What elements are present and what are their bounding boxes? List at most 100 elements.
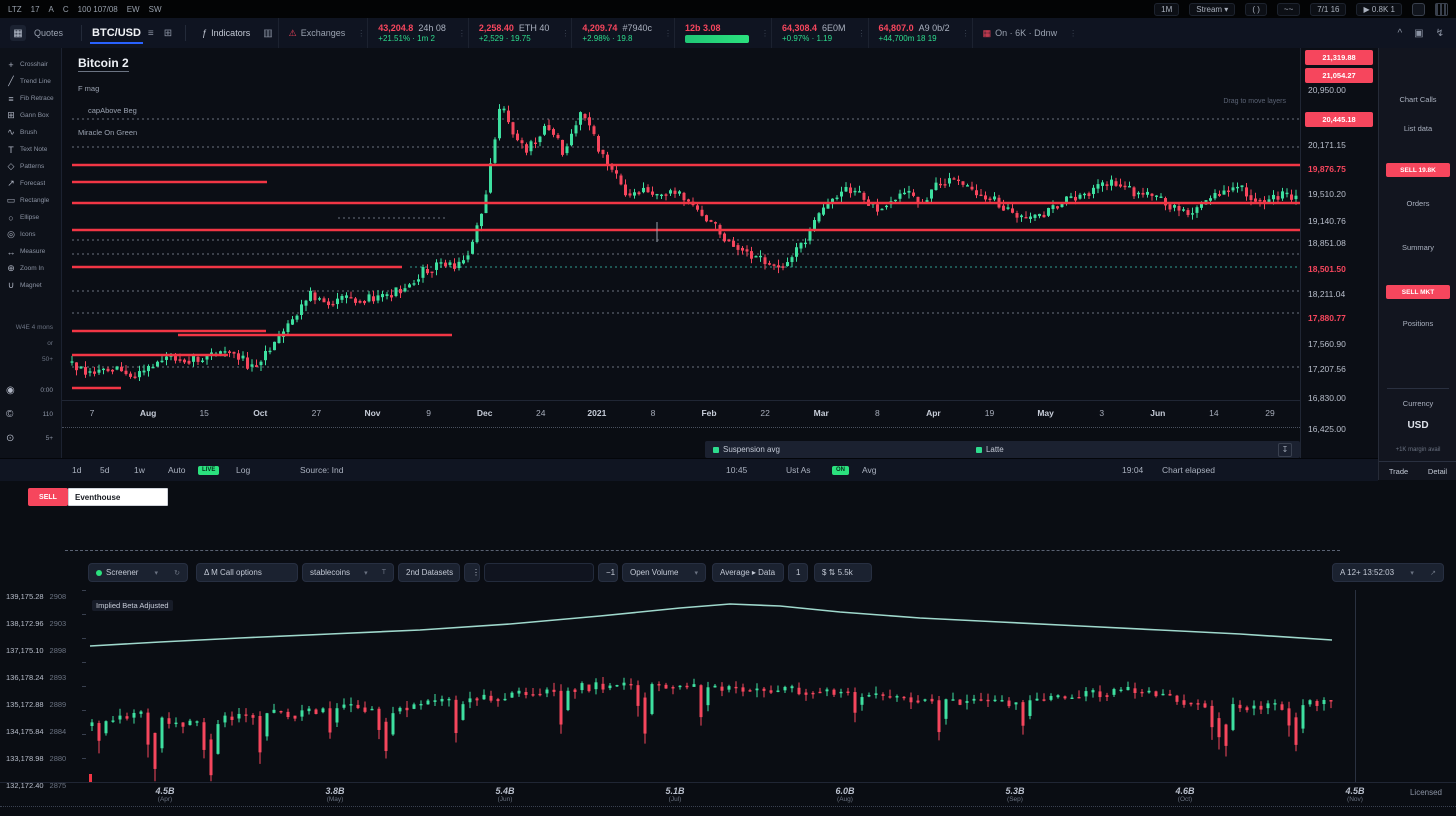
download-icon[interactable]: ↧ — [1278, 443, 1292, 457]
tool-trend-line[interactable]: ╱Trend Line — [0, 73, 61, 90]
sell-button[interactable]: SELL — [28, 488, 68, 506]
os-control-button[interactable]: 7/1 16 — [1310, 3, 1346, 16]
legend-item[interactable]: Suspension avg — [713, 445, 780, 454]
chevron-down-icon[interactable]: ▾ — [155, 569, 159, 577]
panel-tab[interactable]: Detail — [1428, 467, 1447, 476]
ticker-grip-icon[interactable]: ⋮ — [960, 29, 972, 38]
panel-item[interactable]: Chart Calls — [1379, 95, 1456, 104]
tool-bottom-row[interactable]: ◉0:00 — [0, 378, 61, 402]
bottom-bar-item[interactable]: Ust As — [786, 465, 811, 475]
ticker-grip-icon[interactable]: ⋮ — [759, 29, 771, 38]
screener-control[interactable]: stablecoins▾T — [302, 563, 394, 582]
tool-icons[interactable]: ◎Icons — [0, 226, 61, 243]
tool-brush[interactable]: ∿Brush — [0, 124, 61, 141]
os-control-button[interactable]: Stream ▾ — [1189, 3, 1235, 16]
panel-item[interactable]: USD — [1379, 420, 1456, 431]
indicators-button[interactable]: ƒ Indicators — [202, 28, 250, 38]
price-axis[interactable]: 21,319.8821,054.2720,950.0020,445.1820,1… — [1300, 48, 1379, 458]
bottom-bar-item[interactable]: 1d — [72, 465, 81, 475]
panel-tab[interactable]: Trade — [1389, 467, 1408, 476]
time-axis[interactable]: 7Aug15Oct27Nov9Dec2420218Feb22Mar8Apr19M… — [62, 400, 1300, 427]
tool-bottom-row[interactable]: ©110 — [0, 402, 61, 426]
ticker-grip-icon[interactable]: ⋮ — [355, 29, 367, 38]
screener-control[interactable]: ⋮ — [464, 563, 480, 582]
tool-bottom-row[interactable]: ⊙5+ — [0, 426, 61, 450]
chart-legend-line[interactable]: capAbove Beg — [88, 106, 137, 115]
app-logo-icon[interactable]: ▦ — [10, 25, 26, 41]
bottom-bar-item[interactable]: Chart elapsed — [1162, 465, 1215, 475]
flash-icon[interactable]: ↯ — [1436, 28, 1444, 39]
order-entry-input[interactable] — [68, 488, 168, 506]
price-alert-label[interactable]: 21,054.27 — [1305, 68, 1373, 83]
screener-control[interactable]: Average ▸ Data — [712, 563, 784, 582]
ticker-cell[interactable]: 4,209.74#7940c+2.98% · 19.8 — [571, 18, 662, 48]
tool-crosshair[interactable]: +Crosshair — [0, 56, 61, 73]
layout-grid-icon[interactable]: ▥ — [263, 28, 272, 39]
control-extra-icon[interactable]: ↗ — [1430, 569, 1436, 577]
symbol-button[interactable]: BTC/USD — [90, 22, 143, 44]
main-chart-area[interactable]: Bitcoin 2 F mag capAbove Beg Miracle On … — [62, 48, 1300, 400]
screener-control[interactable]: 2nd Datasets — [398, 563, 460, 582]
chevron-down-icon[interactable]: ▾ — [364, 569, 368, 577]
volume-beta-chart[interactable] — [88, 590, 1456, 782]
tool-zoom-in[interactable]: ⊕Zoom In — [0, 260, 61, 277]
ticker-cell[interactable]: 64,807.0A9 0b/2+44,700m 18 19 — [868, 18, 960, 48]
chart-legend-line[interactable]: Miracle On Green — [78, 128, 137, 137]
legend-item[interactable]: Latte — [976, 445, 1004, 454]
os-control-button[interactable]: 1M — [1154, 3, 1179, 16]
ticker-cell[interactable]: 12b 3.08 — [674, 18, 759, 48]
tool-forecast[interactable]: ↗Forecast — [0, 175, 61, 192]
bottom-bar-item[interactable]: Avg — [862, 465, 877, 475]
screener-control[interactable]: 1 — [788, 563, 808, 582]
main-price-chart[interactable] — [62, 48, 1300, 400]
os-control-button[interactable]: ▶ 0.8K 1 — [1356, 3, 1402, 16]
secondary-chart-label[interactable]: Implied Beta Adjusted — [92, 600, 173, 611]
tool-magnet[interactable]: ∪Magnet — [0, 277, 61, 294]
ticker-cell[interactable]: ▦On · 6K · Ddnw — [972, 18, 1068, 48]
screener-control[interactable]: Open Volume▾ — [622, 563, 706, 582]
ticker-cell[interactable]: 43,204.824h 08+21.51% · 1m 2 — [367, 18, 456, 48]
panel-item[interactable]: Currency — [1379, 399, 1456, 408]
chevron-down-icon[interactable]: ▾ — [694, 569, 698, 577]
candles-style-icon[interactable]: ≡ — [148, 28, 154, 39]
ticker-cell[interactable]: 2,258.40ETH 40+2,529 · 19.75 — [468, 18, 560, 48]
chevron-down-icon[interactable]: ▾ — [1410, 569, 1414, 577]
tool-measure[interactable]: ↔Measure — [0, 243, 61, 260]
tool-fib-retrace[interactable]: ≡Fib Retrace — [0, 90, 61, 107]
panel-item[interactable]: Orders — [1379, 199, 1456, 208]
ticker-grip-icon[interactable]: ⋮ — [1067, 29, 1079, 38]
bottom-bar-item[interactable]: 19:04 — [1122, 465, 1143, 475]
tool-rectangle[interactable]: ▭Rectangle — [0, 192, 61, 209]
bottom-bar-item[interactable]: Auto — [168, 465, 186, 475]
screener-control[interactable]: Screener▾↻ — [88, 563, 188, 582]
secondary-chart-area[interactable] — [88, 590, 1456, 782]
screener-control[interactable]: $ ⇅ 5.5k — [814, 563, 872, 582]
ticker-cell[interactable]: 64,308.46E0M+0.97% · 1.19 — [771, 18, 856, 48]
sell-action-button[interactable]: SELL MKT — [1386, 285, 1450, 299]
panel-item[interactable]: List data — [1379, 124, 1456, 133]
panel-item[interactable]: +1K margin avail — [1379, 447, 1456, 453]
panel-item[interactable]: Summary — [1379, 243, 1456, 252]
control-extra-icon[interactable]: T — [382, 569, 386, 576]
tool-gann-box[interactable]: ⊞Gann Box — [0, 107, 61, 124]
ticker-grip-icon[interactable]: ⋮ — [456, 29, 468, 38]
screener-control[interactable]: −1 — [598, 563, 618, 582]
search-input[interactable] — [484, 563, 594, 582]
control-extra-icon[interactable]: ↻ — [174, 569, 180, 577]
quotes-menu[interactable]: Quotes — [34, 28, 63, 38]
compare-icon[interactable]: ⊞ — [164, 28, 172, 39]
screener-control[interactable]: Δ M Call options — [196, 563, 298, 582]
price-alert-label[interactable]: 21,319.88 — [1305, 50, 1373, 65]
ticker-grip-icon[interactable]: ⋮ — [856, 29, 868, 38]
panel-icon[interactable]: ▣ — [1414, 28, 1423, 39]
ticker-cell[interactable]: ⚠Exchanges — [278, 18, 356, 48]
screener-control[interactable]: A 12+ 13:52:03▾↗ — [1332, 563, 1444, 582]
tool-patterns[interactable]: ◇Patterns — [0, 158, 61, 175]
bottom-bar-item[interactable]: Log — [236, 465, 250, 475]
tool-text-note[interactable]: TText Note — [0, 141, 61, 158]
price-alert-label[interactable]: 20,445.18 — [1305, 112, 1373, 127]
bottom-bar-item[interactable]: Source: Ind — [300, 465, 343, 475]
bottom-bar-item[interactable]: 1w — [134, 465, 145, 475]
chart-legend-line[interactable]: F mag — [78, 84, 99, 93]
secondary-time-axis[interactable]: 4.5B(Apr)3.8B(May)5.4B(Jun)5.1B(Jul)6.0B… — [0, 782, 1456, 809]
